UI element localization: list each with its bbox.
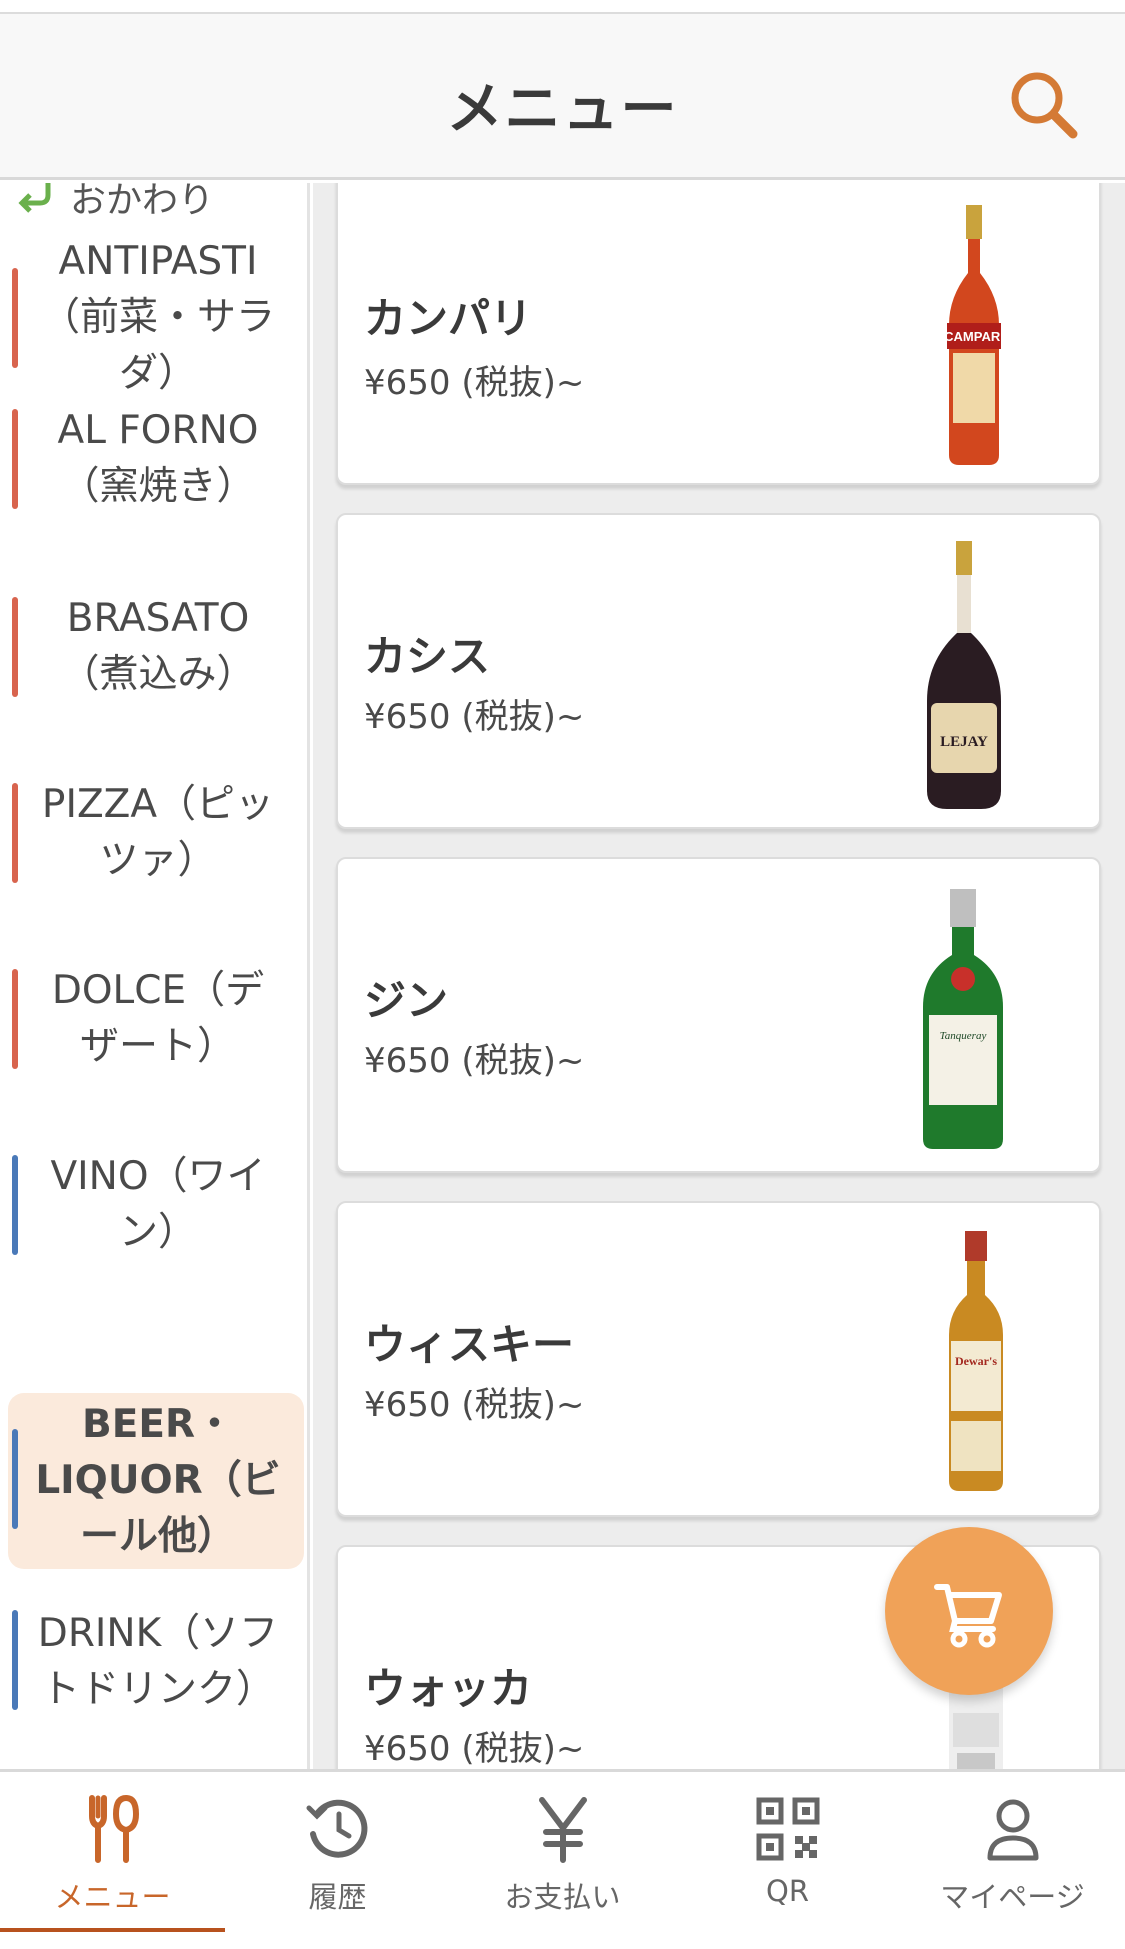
item-price: ¥650 (税抜)~ xyxy=(364,1041,585,1081)
bottom-tab-bar: メニュー 履歴 お支払い QR マイページ xyxy=(0,1769,1125,1935)
sidebar-item-label: VINO（ワイン） xyxy=(50,1154,266,1255)
menu-item-card[interactable]: ジン ¥650 (税抜)~ Tanqueray xyxy=(336,857,1101,1173)
bottle-label: CAMPARI xyxy=(944,329,1004,344)
sidebar-item-dolce[interactable]: DOLCE（デザート） xyxy=(8,955,304,1083)
whisky-bottle-icon: Dewar's xyxy=(949,1231,1003,1491)
tab-mypage[interactable]: マイページ xyxy=(900,1772,1125,1935)
sidebar-item-antipasti[interactable]: ANTIPASTI（前菜・サラダ） xyxy=(8,228,304,408)
page-title: メニュー xyxy=(446,77,679,142)
bottle-label: Dewar's xyxy=(955,1354,997,1368)
yen-icon xyxy=(538,1797,587,1863)
category-accent-bar xyxy=(12,1429,18,1529)
vodka-bottle-icon xyxy=(949,1687,1003,1769)
tab-label: QR xyxy=(766,1874,809,1908)
sidebar-item-label: PIZZA（ピッツァ） xyxy=(41,782,275,883)
cassis-bottle-icon: LEJAY xyxy=(927,541,1001,809)
bottle-label: Tanqueray xyxy=(940,1030,987,1042)
item-price: ¥650 (税抜)~ xyxy=(364,697,585,737)
menu-item-card[interactable]: カンパリ ¥650 (税抜)~ CAMPARI xyxy=(336,183,1101,485)
tab-qr[interactable]: QR xyxy=(675,1772,900,1935)
tab-payment[interactable]: お支払い xyxy=(450,1772,675,1935)
item-price: ¥650 (税抜)~ xyxy=(364,1729,585,1769)
status-strip xyxy=(0,0,1125,14)
sidebar-item-label: BEER・LIQUOR（ビール他） xyxy=(35,1402,281,1559)
item-price: ¥650 (税抜)~ xyxy=(364,363,585,403)
tab-label: 履歴 xyxy=(308,1880,367,1914)
tab-history[interactable]: 履歴 xyxy=(225,1772,450,1935)
bottle-label: LEJAY xyxy=(940,734,988,750)
item-name: ウィスキー xyxy=(364,1320,575,1369)
item-name: カンパリ xyxy=(364,294,533,343)
history-icon xyxy=(306,1799,367,1858)
item-name: カシス xyxy=(364,632,491,681)
cart-button[interactable] xyxy=(885,1527,1053,1695)
category-sidebar[interactable]: おかわり ANTIPASTI（前菜・サラダ） AL FORNO（窯焼き） BRA… xyxy=(0,183,310,1769)
menu-item-list[interactable]: カンパリ ¥650 (税抜)~ CAMPARI カシス ¥650 (税抜)~ L… xyxy=(313,183,1125,1769)
sidebar-item-label: DOLCE（デザート） xyxy=(51,968,265,1069)
cart-icon xyxy=(934,1584,1002,1648)
category-accent-bar xyxy=(12,597,18,697)
search-button[interactable] xyxy=(1005,66,1085,146)
gin-bottle-icon: Tanqueray xyxy=(923,889,1003,1149)
campari-bottle-icon: CAMPARI xyxy=(944,205,1004,465)
cutlery-icon xyxy=(88,1794,139,1863)
sidebar-item-beer-liquor[interactable]: BEER・LIQUOR（ビール他） xyxy=(8,1393,304,1569)
refill-arrow-icon xyxy=(18,183,51,213)
sidebar-item-label: AL FORNO（窯焼き） xyxy=(57,408,259,509)
sidebar-item-drink[interactable]: DRINK（ソフトドリンク） xyxy=(8,1574,304,1750)
person-icon xyxy=(987,1799,1038,1861)
item-name: ジン xyxy=(364,976,449,1025)
menu-item-card[interactable]: カシス ¥650 (税抜)~ LEJAY xyxy=(336,513,1101,829)
sidebar-item-label: DRINK（ソフトドリンク） xyxy=(37,1611,279,1712)
category-accent-bar xyxy=(12,783,18,883)
sidebar-item-label: おかわり xyxy=(70,183,215,221)
category-accent-bar xyxy=(12,268,18,368)
tab-label: メニュー xyxy=(54,1880,171,1914)
item-price: ¥650 (税抜)~ xyxy=(364,1385,585,1425)
tab-label: お支払い xyxy=(504,1880,621,1914)
sidebar-item-label: BRASATO（煮込み） xyxy=(60,596,256,697)
sidebar-item-label: ANTIPASTI（前菜・サラダ） xyxy=(40,239,275,396)
home-indicator-area xyxy=(0,1932,1125,1949)
category-accent-bar xyxy=(12,969,18,1069)
qr-icon xyxy=(756,1797,819,1861)
category-accent-bar xyxy=(12,1610,18,1710)
app-header: メニュー xyxy=(0,14,1125,180)
tab-menu[interactable]: メニュー xyxy=(0,1772,225,1935)
category-accent-bar xyxy=(12,1155,18,1255)
item-name: ウォッカ xyxy=(364,1664,533,1713)
category-accent-bar xyxy=(12,409,18,509)
sidebar-item-brasato[interactable]: BRASATO（煮込み） xyxy=(8,583,304,711)
tab-label: マイページ xyxy=(940,1880,1085,1914)
sidebar-item-vino[interactable]: VINO（ワイン） xyxy=(8,1141,304,1269)
search-icon xyxy=(1011,72,1078,139)
sidebar-item-pizza[interactable]: PIZZA（ピッツァ） xyxy=(8,769,304,897)
main-area: おかわり ANTIPASTI（前菜・サラダ） AL FORNO（窯焼き） BRA… xyxy=(0,183,1125,1769)
menu-item-card[interactable]: ウィスキー ¥650 (税抜)~ Dewar's xyxy=(336,1201,1101,1517)
sidebar-item-al-forno[interactable]: AL FORNO（窯焼き） xyxy=(8,395,304,523)
sidebar-item-refill[interactable]: おかわり xyxy=(16,183,214,221)
